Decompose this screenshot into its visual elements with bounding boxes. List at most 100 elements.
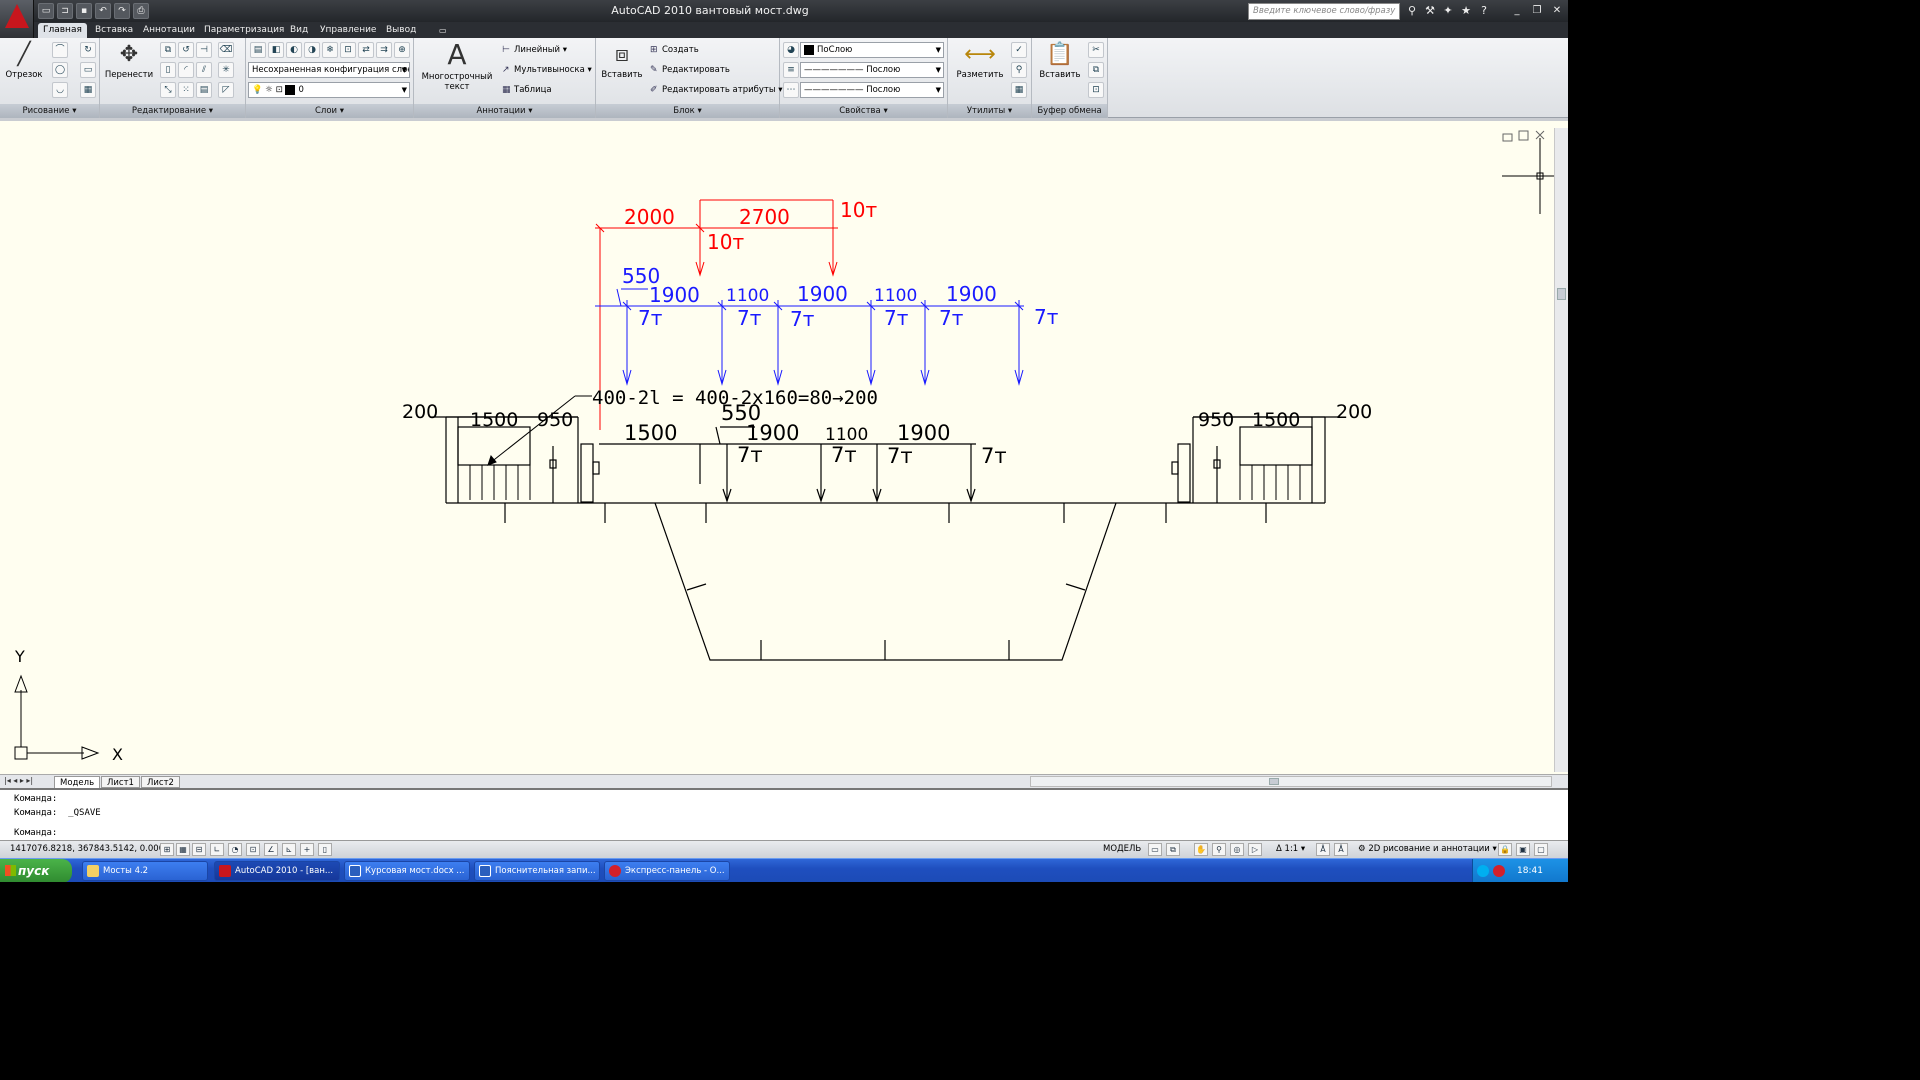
linear-dim-button[interactable]: ⊢ Линейный ▾ bbox=[502, 42, 567, 58]
annotation-panel-footer[interactable]: Аннотации ▾ bbox=[414, 104, 595, 118]
tab-annotate[interactable]: Аннотации bbox=[138, 23, 200, 38]
array-icon[interactable]: ⁙ bbox=[178, 82, 194, 98]
undo-icon[interactable]: ↶ bbox=[95, 3, 111, 19]
tray-app-icon[interactable] bbox=[1493, 865, 1505, 877]
grid-icon[interactable]: ⊟ bbox=[192, 843, 206, 856]
hardware-accel-icon[interactable]: ▣ bbox=[1516, 843, 1530, 856]
layer-properties-icon[interactable]: ▤ bbox=[250, 42, 266, 58]
layout-icon[interactable]: ▭ bbox=[1148, 843, 1162, 856]
subscription-icon[interactable]: ✦ bbox=[1440, 3, 1456, 19]
ducs-icon[interactable]: ⊾ bbox=[282, 843, 296, 856]
model-space-toggle[interactable]: МОДЕЛЬ bbox=[1103, 844, 1141, 854]
lineweight-icon[interactable]: ≡ bbox=[783, 62, 799, 78]
task-folder[interactable]: Мосты 4.2 bbox=[82, 861, 208, 881]
annotation-visibility-icon[interactable]: Å bbox=[1316, 843, 1330, 856]
clock[interactable]: 18:41 bbox=[1517, 859, 1543, 882]
tab-manage[interactable]: Управление bbox=[315, 23, 381, 38]
plot-icon[interactable]: ⎙ bbox=[133, 3, 149, 19]
layers-panel-footer[interactable]: Слои ▾ bbox=[246, 104, 413, 118]
stretch-icon[interactable]: ▯ bbox=[160, 62, 176, 78]
modify-panel-footer[interactable]: Редактирование ▾ bbox=[100, 104, 245, 118]
measure-button[interactable]: ⟷ Разметить bbox=[952, 42, 1008, 80]
tab-home[interactable]: Главная bbox=[38, 23, 87, 38]
rectangle-icon[interactable]: ▭ bbox=[80, 62, 96, 78]
tab-output[interactable]: Вывод bbox=[381, 23, 421, 38]
erase-icon[interactable]: ⌫ bbox=[218, 42, 234, 58]
showmotion-icon[interactable]: ▷ bbox=[1248, 843, 1262, 856]
paste-button[interactable]: 📋 Вставить bbox=[1036, 42, 1084, 80]
mirror-icon[interactable]: ⫽ bbox=[196, 62, 212, 78]
application-menu-button[interactable] bbox=[0, 0, 34, 38]
layer-merge-icon[interactable]: ⊕ bbox=[394, 42, 410, 58]
autoscale-icon[interactable]: Å bbox=[1334, 843, 1348, 856]
cut-icon[interactable]: ✂ bbox=[1088, 42, 1104, 58]
task-autocad[interactable]: AutoCAD 2010 - [ван... bbox=[214, 861, 340, 881]
create-block-button[interactable]: ⊞ Создать bbox=[650, 42, 699, 58]
tab-parametric[interactable]: Параметризация bbox=[199, 23, 289, 38]
restore-icon[interactable]: ❐ bbox=[1528, 3, 1546, 18]
select-similar-icon[interactable]: ⚲ bbox=[1011, 62, 1027, 78]
layer-state-icon[interactable]: ◧ bbox=[268, 42, 284, 58]
offset-icon[interactable]: ▤ bbox=[196, 82, 212, 98]
block-panel-footer[interactable]: Блок ▾ bbox=[596, 104, 779, 118]
explode-icon[interactable]: ✳ bbox=[218, 62, 234, 78]
mtext-button[interactable]: A Многострочный текст bbox=[420, 40, 494, 93]
ortho-icon[interactable]: ∟ bbox=[210, 843, 224, 856]
draw-panel-footer[interactable]: Рисование ▾ bbox=[0, 104, 99, 118]
edit-attributes-button[interactable]: ✐ Редактировать атрибуты ▾ bbox=[650, 82, 783, 98]
utilities-panel-footer[interactable]: Утилиты ▾ bbox=[948, 104, 1031, 118]
rotate-icon[interactable]: ↺ bbox=[178, 42, 194, 58]
tab-insert[interactable]: Вставка bbox=[90, 23, 138, 38]
layer-match-icon[interactable]: ⇄ bbox=[358, 42, 374, 58]
properties-panel-footer[interactable]: Свойства ▾ bbox=[780, 104, 947, 118]
quick-select-icon[interactable]: ✓ bbox=[1011, 42, 1027, 58]
tray-skype-icon[interactable] bbox=[1477, 865, 1489, 877]
command-prompt[interactable]: Команда: bbox=[14, 828, 57, 838]
vertical-scrollbar[interactable] bbox=[1554, 128, 1568, 772]
vertical-scroll-thumb[interactable] bbox=[1557, 288, 1566, 300]
layer-state-select[interactable]: Несохраненная конфигурация слоев ▼ bbox=[248, 62, 410, 78]
dyn-icon[interactable]: + bbox=[300, 843, 314, 856]
favorites-icon[interactable]: ★ bbox=[1458, 3, 1474, 19]
linetype-select[interactable]: ——————— Послою ▼ bbox=[800, 82, 944, 98]
otrack-icon[interactable]: ∠ bbox=[264, 843, 278, 856]
horizontal-scroll-thumb[interactable] bbox=[1269, 778, 1279, 785]
chamfer-icon[interactable]: ◸ bbox=[218, 82, 234, 98]
redo-icon[interactable]: ↷ bbox=[114, 3, 130, 19]
ribbon-toggle-icon[interactable]: ▭ bbox=[434, 23, 452, 38]
tab-model[interactable]: Модель bbox=[54, 776, 101, 788]
clean-screen-icon[interactable]: ▢ bbox=[1534, 843, 1548, 856]
layer-lock-icon[interactable]: ⊡ bbox=[340, 42, 356, 58]
copy-base-icon[interactable]: ⊡ bbox=[1088, 82, 1104, 98]
open-icon[interactable]: ⊐ bbox=[57, 3, 73, 19]
lineweight-select[interactable]: ——————— Послою ▼ bbox=[800, 62, 944, 78]
match-color-icon[interactable]: ◕ bbox=[783, 42, 799, 58]
snap-icon[interactable]: ▦ bbox=[176, 843, 190, 856]
coordinates-readout[interactable]: 1417076.8218, 367843.5142, 0.0000 bbox=[10, 844, 170, 854]
circle-icon[interactable]: ◯ bbox=[52, 62, 68, 78]
task-opera[interactable]: Экспресс-панель - О... bbox=[604, 861, 730, 881]
help-icon[interactable]: ? bbox=[1476, 3, 1492, 19]
viewport-close-icon[interactable] bbox=[1535, 130, 1545, 140]
close-icon[interactable]: ✕ bbox=[1548, 3, 1566, 18]
linetype-icon[interactable]: ⋯ bbox=[783, 82, 799, 98]
command-line[interactable]: Команда: Команда: _QSAVE Команда: bbox=[0, 788, 1568, 840]
calculator-icon[interactable]: ▦ bbox=[1011, 82, 1027, 98]
binoculars-icon[interactable]: ⚲ bbox=[1404, 3, 1420, 19]
polar-icon[interactable]: ◔ bbox=[228, 843, 242, 856]
workspace-switch[interactable]: ⚙ 2D рисование и аннотации ▾ bbox=[1358, 844, 1497, 854]
move-button[interactable]: ✥ Перенести bbox=[104, 42, 154, 80]
scale-icon[interactable]: ⤡ bbox=[160, 82, 176, 98]
viewport-minimize-icon[interactable] bbox=[1502, 133, 1513, 142]
insert-block-button[interactable]: ⧈ Вставить bbox=[600, 42, 644, 80]
minimize-icon[interactable]: _ bbox=[1508, 3, 1526, 18]
line-button[interactable]: ╱ Отрезок bbox=[4, 42, 44, 80]
save-icon[interactable]: ▪ bbox=[76, 3, 92, 19]
steering-wheel-icon[interactable]: ◎ bbox=[1230, 843, 1244, 856]
lock-ui-icon[interactable]: 🔒 bbox=[1498, 843, 1512, 856]
layer-isolate-icon[interactable]: ◑ bbox=[304, 42, 320, 58]
layer-off-icon[interactable]: ◐ bbox=[286, 42, 302, 58]
copy-icon[interactable]: ⧉ bbox=[160, 42, 176, 58]
table-button[interactable]: ▦ Таблица bbox=[502, 82, 552, 98]
trim-icon[interactable]: ⊣ bbox=[196, 42, 212, 58]
